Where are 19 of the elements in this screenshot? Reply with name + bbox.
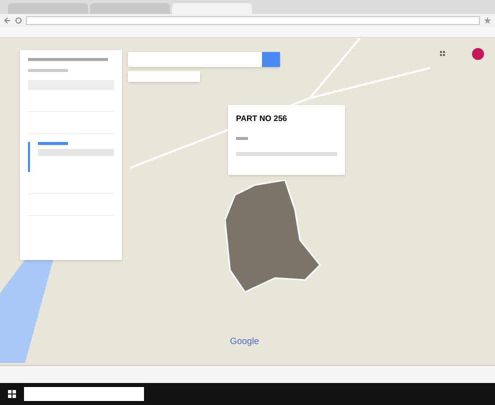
star-icon[interactable] xyxy=(484,17,491,24)
search-field[interactable] xyxy=(128,52,262,67)
map-toolbar xyxy=(128,71,200,82)
back-arrow-icon[interactable] xyxy=(4,17,11,24)
link-text[interactable] xyxy=(38,142,68,145)
popup-title: PART NO 256 xyxy=(236,113,288,125)
map-canvas[interactable]: PART NO 256 Google xyxy=(0,38,495,365)
account-icon[interactable] xyxy=(472,48,484,60)
url-field[interactable] xyxy=(26,16,480,25)
taskbar-search-field[interactable] xyxy=(24,387,144,401)
reload-icon[interactable] xyxy=(15,17,22,24)
map-logo: Google xyxy=(230,335,260,348)
blurred-text xyxy=(236,137,248,140)
selected-layer-item[interactable] xyxy=(28,142,114,172)
browser-tab[interactable] xyxy=(90,3,170,14)
search-button[interactable] xyxy=(262,52,280,67)
blurred-text xyxy=(28,69,68,72)
apps-grid-icon[interactable] xyxy=(440,51,447,58)
windows-logo-icon[interactable] xyxy=(8,390,16,398)
